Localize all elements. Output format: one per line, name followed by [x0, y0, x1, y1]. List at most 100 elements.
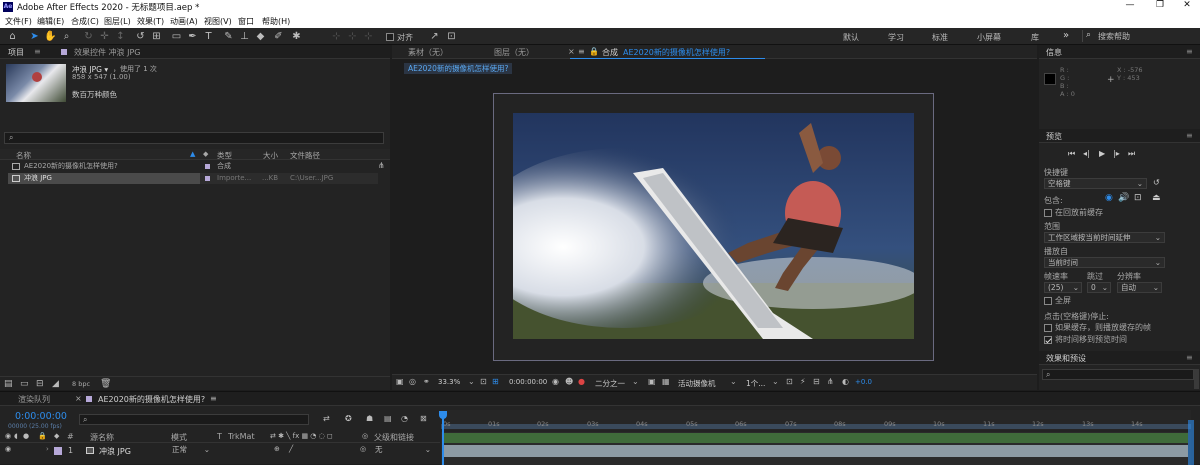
- first-frame-icon[interactable]: ⏮: [1068, 149, 1075, 159]
- brush-tool-icon[interactable]: ✎: [222, 30, 235, 43]
- quality-switch-icon[interactable]: ╱: [289, 445, 293, 453]
- axis-icon[interactable]: ⊹: [330, 30, 343, 43]
- tab-composition-label[interactable]: 合成: [602, 47, 618, 58]
- region-of-interest-icon[interactable]: ▣: [648, 377, 656, 386]
- menu-window[interactable]: 窗口: [238, 16, 254, 27]
- column-type[interactable]: 类型: [217, 150, 232, 161]
- resolution-dropdown-icon[interactable]: ⌄: [632, 377, 639, 386]
- frame-blending-icon[interactable]: ▤: [384, 414, 392, 423]
- snap-edges-icon[interactable]: ⊡: [445, 30, 458, 43]
- panel-menu-icon[interactable]: ≡: [1186, 47, 1193, 56]
- hand-tool-icon[interactable]: ✋: [44, 30, 57, 43]
- settings-icon[interactable]: ◢: [52, 379, 59, 389]
- axis-world-icon[interactable]: ⊹: [346, 30, 359, 43]
- previous-frame-icon[interactable]: ◂|: [1083, 149, 1090, 158]
- current-timecode[interactable]: 0:00:00:00: [509, 378, 547, 386]
- view-layout-dropdown-icon[interactable]: ⌄: [772, 377, 779, 386]
- play-from-select[interactable]: 当前时间 ⌄: [1044, 257, 1165, 268]
- tab-composition-name[interactable]: AE2020新的摄像机怎样使用?: [623, 47, 730, 58]
- layer-duration-bar[interactable]: [443, 433, 1188, 443]
- zoom-level-value[interactable]: 33.3%: [438, 378, 460, 386]
- column-size[interactable]: 大小: [263, 150, 278, 161]
- clone-tool-icon[interactable]: ⊥: [238, 30, 251, 43]
- grid-icon[interactable]: ⊞: [492, 377, 499, 386]
- menu-layer[interactable]: 图层(L): [104, 16, 131, 27]
- tab-footage[interactable]: 素材（无）: [408, 47, 448, 58]
- trkmat-header[interactable]: TrkMat: [228, 432, 255, 441]
- timeline-link-icon[interactable]: ⊟: [813, 377, 820, 386]
- tab-close-icon[interactable]: ×: [75, 394, 82, 403]
- axis-view-icon[interactable]: ⊹: [362, 30, 375, 43]
- project-row[interactable]: 冲浪 JPG Importe... ...KB C:\User...JPG: [0, 173, 378, 184]
- resolution-select[interactable]: 二分之一: [595, 378, 625, 389]
- playhead-handle[interactable]: [439, 411, 447, 419]
- tab-menu-icon[interactable]: ≡: [578, 47, 585, 56]
- menu-effect[interactable]: 效果(T): [137, 16, 164, 27]
- camera-dropdown-icon[interactable]: ⌄: [730, 377, 737, 386]
- tab-project[interactable]: 项目: [8, 47, 24, 58]
- source-name-header[interactable]: 源名称: [90, 432, 114, 443]
- snap-options-icon[interactable]: ↗: [428, 30, 441, 43]
- pen-tool-icon[interactable]: ✒: [186, 30, 199, 43]
- camera-view-select[interactable]: 活动摄像机: [678, 378, 716, 389]
- draft-3d-icon[interactable]: ✪: [345, 414, 352, 423]
- layer-duration-bar[interactable]: [443, 445, 1188, 457]
- maximize-button[interactable]: ❐: [1148, 0, 1172, 10]
- tab-render-queue[interactable]: 渲染队列: [18, 394, 50, 405]
- timeline-timecode[interactable]: 0:00:00:00: [15, 411, 67, 422]
- column-path[interactable]: 文件路径: [290, 150, 320, 161]
- tab-close-icon[interactable]: ×: [568, 47, 575, 56]
- menu-file[interactable]: 文件(F): [5, 16, 32, 27]
- menu-help[interactable]: 帮助(H): [262, 16, 290, 27]
- delete-icon[interactable]: 🗑: [100, 379, 111, 389]
- workspace-learn[interactable]: 学习: [888, 32, 904, 43]
- workspace-small-screen[interactable]: 小屏幕: [977, 32, 1001, 43]
- fullscreen-checkbox[interactable]: [1044, 297, 1052, 305]
- project-flowchart-icon[interactable]: ⋔: [378, 161, 385, 170]
- channel-icon[interactable]: ●: [578, 377, 585, 386]
- menu-animation[interactable]: 动画(A): [170, 16, 198, 27]
- tab-lock-icon[interactable]: 🔒: [589, 47, 599, 56]
- help-search[interactable]: ⌕ 搜索帮助: [1082, 30, 1194, 42]
- tab-timeline-composition[interactable]: AE2020新的摄像机怎样使用?: [98, 394, 205, 405]
- graph-editor-icon[interactable]: ⊠: [420, 414, 427, 423]
- tab-menu-icon[interactable]: ≡: [34, 47, 41, 56]
- selection-tool-icon[interactable]: ➤: [28, 30, 41, 43]
- shortcut-select[interactable]: 空格键 ⌄: [1044, 178, 1147, 189]
- show-snapshot-icon[interactable]: ☻: [565, 377, 573, 386]
- tab-effect-controls[interactable]: 效果控件 冲浪 JPG: [74, 47, 140, 58]
- layer-mode-select[interactable]: 正常 ⌄: [169, 445, 211, 456]
- orbit-tool-icon[interactable]: ↻: [82, 30, 95, 43]
- work-area-bar[interactable]: [441, 424, 1191, 429]
- exposure-value[interactable]: +0.0: [855, 378, 872, 386]
- tab-layer[interactable]: 图层（无）: [494, 47, 534, 58]
- sort-ascending-icon[interactable]: ▲: [190, 150, 195, 158]
- type-tool-icon[interactable]: T: [202, 30, 215, 43]
- zoom-tool-icon[interactable]: ⌕: [60, 30, 73, 43]
- mask-toggle-icon[interactable]: ⚭: [423, 377, 430, 386]
- layer-name[interactable]: 冲浪 JPG: [99, 446, 131, 457]
- roto-brush-icon[interactable]: ✐: [272, 30, 285, 43]
- timeline-end-marker[interactable]: [1188, 420, 1194, 465]
- range-select[interactable]: 工作区域按当前时间延伸 ⌄: [1044, 232, 1165, 243]
- timeline-search-field[interactable]: ⌕: [79, 414, 309, 425]
- info-title[interactable]: 信息: [1046, 47, 1062, 58]
- label-swatch[interactable]: [205, 176, 210, 181]
- bpc-button[interactable]: 8 bpc: [72, 380, 90, 388]
- snapshot-icon[interactable]: ◉: [552, 377, 559, 386]
- include-overlay-icon[interactable]: ⊡: [1134, 193, 1142, 203]
- eraser-tool-icon[interactable]: ◆: [254, 30, 267, 43]
- collapse-switch-icon[interactable]: ⊕: [274, 445, 280, 453]
- pixel-aspect-icon[interactable]: ⊡: [786, 377, 793, 386]
- layer-parent-select[interactable]: 无 ⌄: [372, 445, 432, 456]
- motion-blur-icon[interactable]: ◔: [401, 414, 408, 423]
- new-folder-icon[interactable]: ▭: [20, 379, 29, 389]
- effects-search-field[interactable]: ⌕: [1042, 369, 1194, 380]
- menu-composition[interactable]: 合成(C): [71, 16, 99, 27]
- pan-tool-icon[interactable]: ✛: [98, 30, 111, 43]
- play-icon[interactable]: ▶: [1099, 149, 1105, 158]
- workspace-standard[interactable]: 标准: [932, 32, 948, 43]
- label-column-icon[interactable]: ◆: [203, 150, 208, 158]
- playhead[interactable]: [442, 411, 444, 465]
- view-layout-select[interactable]: 1个...: [746, 378, 765, 389]
